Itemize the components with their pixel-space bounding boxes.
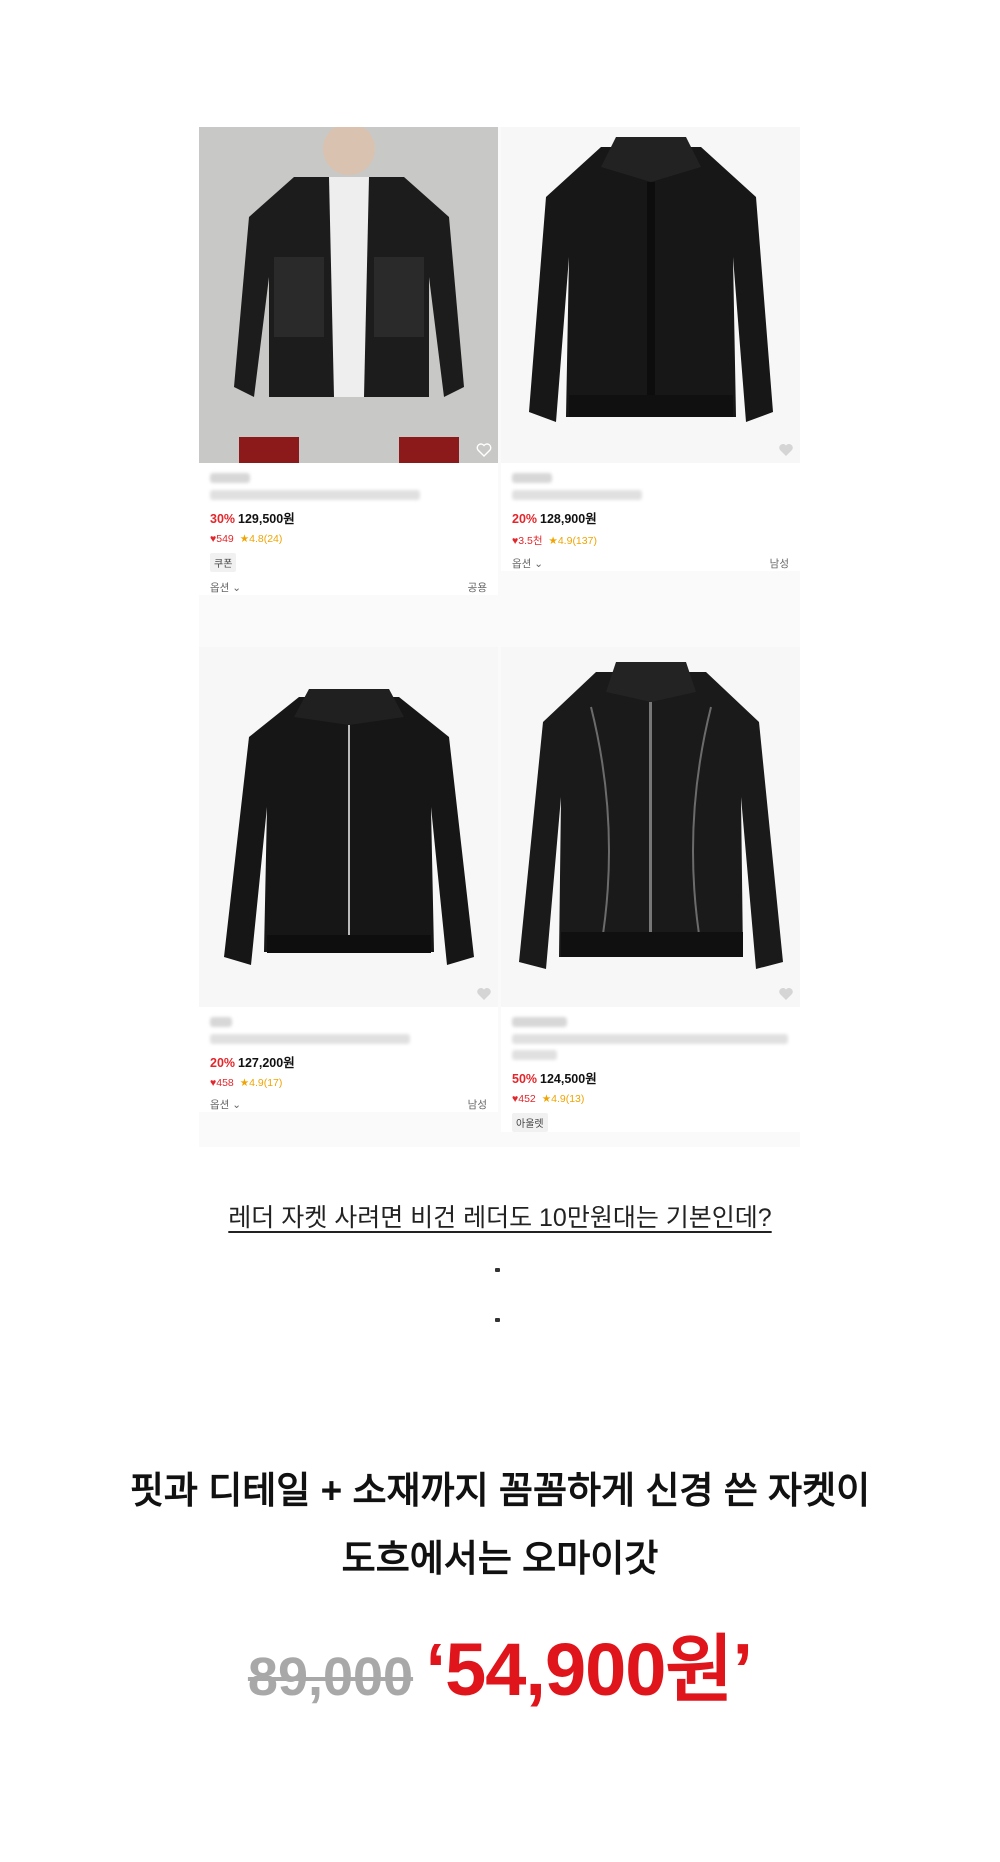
product-image[interactable] [199, 127, 498, 463]
heart-outline-icon[interactable] [778, 987, 794, 1001]
outlet-tag: 아울렛 [512, 1113, 548, 1132]
price: 127,200원 [238, 1056, 295, 1070]
jacket-photo-zip [199, 647, 498, 1007]
star-icon: ★ [239, 1077, 250, 1089]
gender-label: 남성 [769, 558, 789, 570]
product-image[interactable] [501, 127, 800, 463]
product-card[interactable]: 20% 127,200원 ♥458 ★4.9(17) 옵션 ⌄ 남성 [199, 647, 498, 1112]
product-card[interactable]: 50% 124,500원 ♥452 ★4.9(13) 아울렛 [501, 647, 800, 1132]
option-label: 옵션 [210, 582, 230, 594]
jacket-photo-collar [501, 127, 800, 463]
comparison-caption: 레더 자켓 사려면 비건 레더도 10만원대는 기본인데? [0, 1198, 1000, 1234]
original-price: 89,000 [247, 1647, 414, 1707]
brand-name-blurred [210, 1017, 232, 1027]
likes-count: 458 [216, 1077, 234, 1089]
discount-rate: 20% [210, 1056, 236, 1070]
heart-outline-icon[interactable] [476, 443, 492, 457]
likes-count: 3.5천 [518, 535, 543, 547]
jacket-photo-model [199, 127, 498, 463]
coupon-tag: 쿠폰 [210, 553, 237, 572]
price-row: 30% 129,500원 [210, 508, 487, 527]
rating: 4.9(17) [249, 1077, 283, 1089]
gender-label: 남성 [467, 1099, 487, 1111]
divider-dot [495, 1318, 500, 1322]
price-comparison: 89,000 ‘54,900원’ [0, 1610, 1000, 1717]
star-icon: ★ [548, 535, 558, 547]
star-icon: ★ [239, 533, 250, 545]
option-dropdown[interactable]: 옵션 ⌄ [512, 556, 543, 571]
likes-rating: ♥3.5천 ★4.9(137) [512, 533, 789, 548]
chevron-down-icon: ⌄ [232, 1099, 242, 1111]
price: 129,500원 [238, 512, 295, 526]
likes-count: 452 [518, 1093, 536, 1105]
product-name-blurred[interactable] [210, 490, 420, 500]
chevron-down-icon: ⌄ [534, 558, 544, 570]
option-dropdown[interactable]: 옵션 ⌄ [210, 580, 241, 595]
discount-rate: 30% [210, 512, 236, 526]
price-row: 50% 124,500원 [512, 1068, 789, 1087]
option-label: 옵션 [210, 1099, 230, 1111]
product-name-blurred [512, 1050, 557, 1060]
jacket-photo-stitched [501, 647, 800, 1007]
product-image[interactable] [199, 647, 498, 1007]
rating: 4.9(137) [557, 535, 597, 547]
product-card[interactable]: 20% 128,900원 ♥3.5천 ★4.9(137) 옵션 ⌄ 남성 [501, 127, 800, 571]
product-name-blurred[interactable] [512, 490, 642, 500]
price-row: 20% 128,900원 [512, 508, 789, 527]
rating: 4.9(13) [551, 1093, 585, 1105]
brand-name-blurred [512, 1017, 567, 1027]
price: 124,500원 [540, 1072, 597, 1086]
product-grid: 30% 129,500원 ♥549 ★4.8(24) 쿠폰 옵션 ⌄ 공용 20… [199, 127, 800, 1147]
heart-outline-icon[interactable] [778, 443, 794, 457]
product-name-blurred[interactable] [210, 1034, 410, 1044]
headline-line-2: 도흐에서는 오마이갓 [341, 1538, 659, 1579]
chevron-down-icon: ⌄ [232, 582, 242, 594]
price-row: 20% 127,200원 [210, 1052, 487, 1071]
option-dropdown[interactable]: 옵션 ⌄ [210, 1097, 241, 1112]
likes-rating: ♥458 ★4.9(17) [210, 1077, 487, 1089]
likes-count: 549 [216, 533, 234, 545]
product-card[interactable]: 30% 129,500원 ♥549 ★4.8(24) 쿠폰 옵션 ⌄ 공용 [199, 127, 498, 595]
gender-label: 공용 [467, 582, 487, 594]
sale-price: ‘54,900원’ [425, 1628, 754, 1711]
heart-outline-icon[interactable] [476, 987, 492, 1001]
caption-text: 레더 자켓 사려면 비건 레더도 10만원대는 기본인데? [228, 1204, 772, 1232]
price: 128,900원 [540, 512, 597, 526]
discount-rate: 50% [512, 1072, 538, 1086]
option-label: 옵션 [512, 558, 532, 570]
likes-rating: ♥549 ★4.8(24) [210, 533, 487, 545]
discount-rate: 20% [512, 512, 538, 526]
likes-rating: ♥452 ★4.9(13) [512, 1093, 789, 1105]
brand-name-blurred [210, 473, 250, 483]
headline-line-1: 핏과 디테일 + 소재까지 꼼꼼하게 신경 쓴 자켓이 [129, 1470, 871, 1511]
divider-dot [495, 1268, 500, 1272]
rating: 4.8(24) [249, 533, 283, 545]
product-name-blurred[interactable] [512, 1034, 788, 1044]
product-image[interactable] [501, 647, 800, 1007]
brand-name-blurred [512, 473, 552, 483]
star-icon: ★ [541, 1093, 552, 1105]
